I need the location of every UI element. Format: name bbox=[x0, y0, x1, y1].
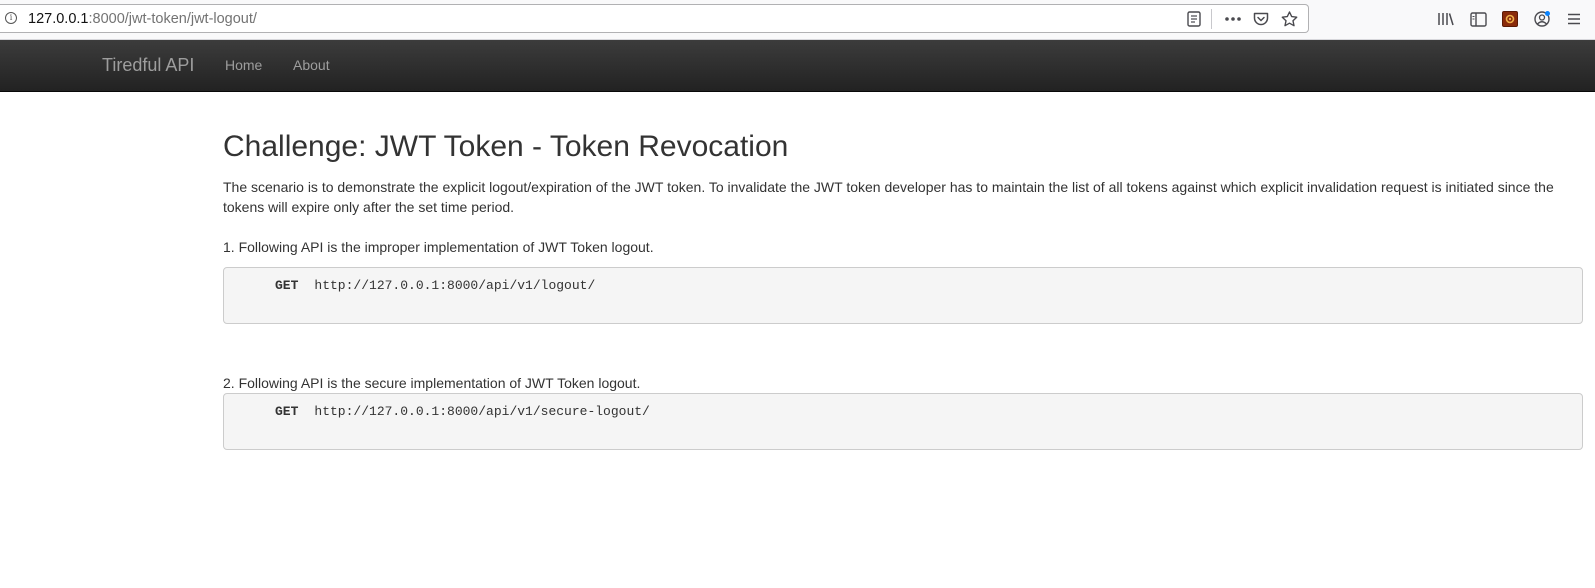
code-block-1: GET http://127.0.0.1:8000/api/v1/logout/ bbox=[223, 267, 1583, 324]
code-block-2: GET http://127.0.0.1:8000/api/v1/secure-l… bbox=[223, 393, 1583, 450]
nav-about-link[interactable]: About bbox=[293, 57, 330, 73]
reader-view-icon[interactable] bbox=[1183, 8, 1205, 30]
url-host: 127.0.0.1 bbox=[28, 11, 89, 27]
site-info-icon[interactable]: i bbox=[5, 12, 17, 24]
brand-link[interactable]: Tiredful API bbox=[102, 55, 194, 76]
step-1-text: 1. Following API is the improper impleme… bbox=[223, 239, 654, 255]
url-actions bbox=[1177, 8, 1300, 30]
browser-toolbar: i 127.0.0.1:8000/jwt-token/jwt-logout/ bbox=[0, 0, 1595, 40]
url-separator bbox=[1211, 9, 1212, 29]
api-endpoint: http://127.0.0.1:8000/api/v1/secure-logo… bbox=[314, 404, 650, 419]
http-method: GET bbox=[275, 278, 299, 293]
bookmark-star-icon[interactable] bbox=[1278, 8, 1300, 30]
http-method: GET bbox=[275, 404, 299, 419]
extension-icon[interactable] bbox=[1499, 8, 1521, 30]
toolbar-right bbox=[1425, 8, 1585, 30]
address-bar[interactable]: i 127.0.0.1:8000/jwt-token/jwt-logout/ bbox=[0, 4, 1309, 33]
scenario-description: The scenario is to demonstrate the expli… bbox=[223, 179, 1554, 215]
nav-home-link[interactable]: Home bbox=[225, 57, 262, 73]
library-icon[interactable] bbox=[1435, 8, 1457, 30]
hamburger-menu-icon[interactable] bbox=[1563, 8, 1585, 30]
page-title: Challenge: JWT Token - Token Revocation bbox=[223, 130, 789, 163]
step-2-text: 2. Following API is the secure implement… bbox=[223, 375, 641, 391]
url-text[interactable]: 127.0.0.1:8000/jwt-token/jwt-logout/ bbox=[28, 11, 257, 27]
sidebar-icon[interactable] bbox=[1467, 8, 1489, 30]
api-endpoint: http://127.0.0.1:8000/api/v1/logout/ bbox=[314, 278, 596, 293]
url-path: :8000/jwt-token/jwt-logout/ bbox=[88, 11, 257, 27]
account-icon[interactable] bbox=[1531, 8, 1553, 30]
site-navbar: Tiredful API Home About bbox=[0, 40, 1595, 92]
more-options-icon[interactable] bbox=[1222, 8, 1244, 30]
pocket-icon[interactable] bbox=[1250, 8, 1272, 30]
api-request-line: GET http://127.0.0.1:8000/api/v1/logout/ bbox=[275, 278, 595, 293]
main-content: Challenge: JWT Token - Token Revocation … bbox=[223, 91, 1583, 450]
api-request-line: GET http://127.0.0.1:8000/api/v1/secure-l… bbox=[275, 404, 650, 419]
